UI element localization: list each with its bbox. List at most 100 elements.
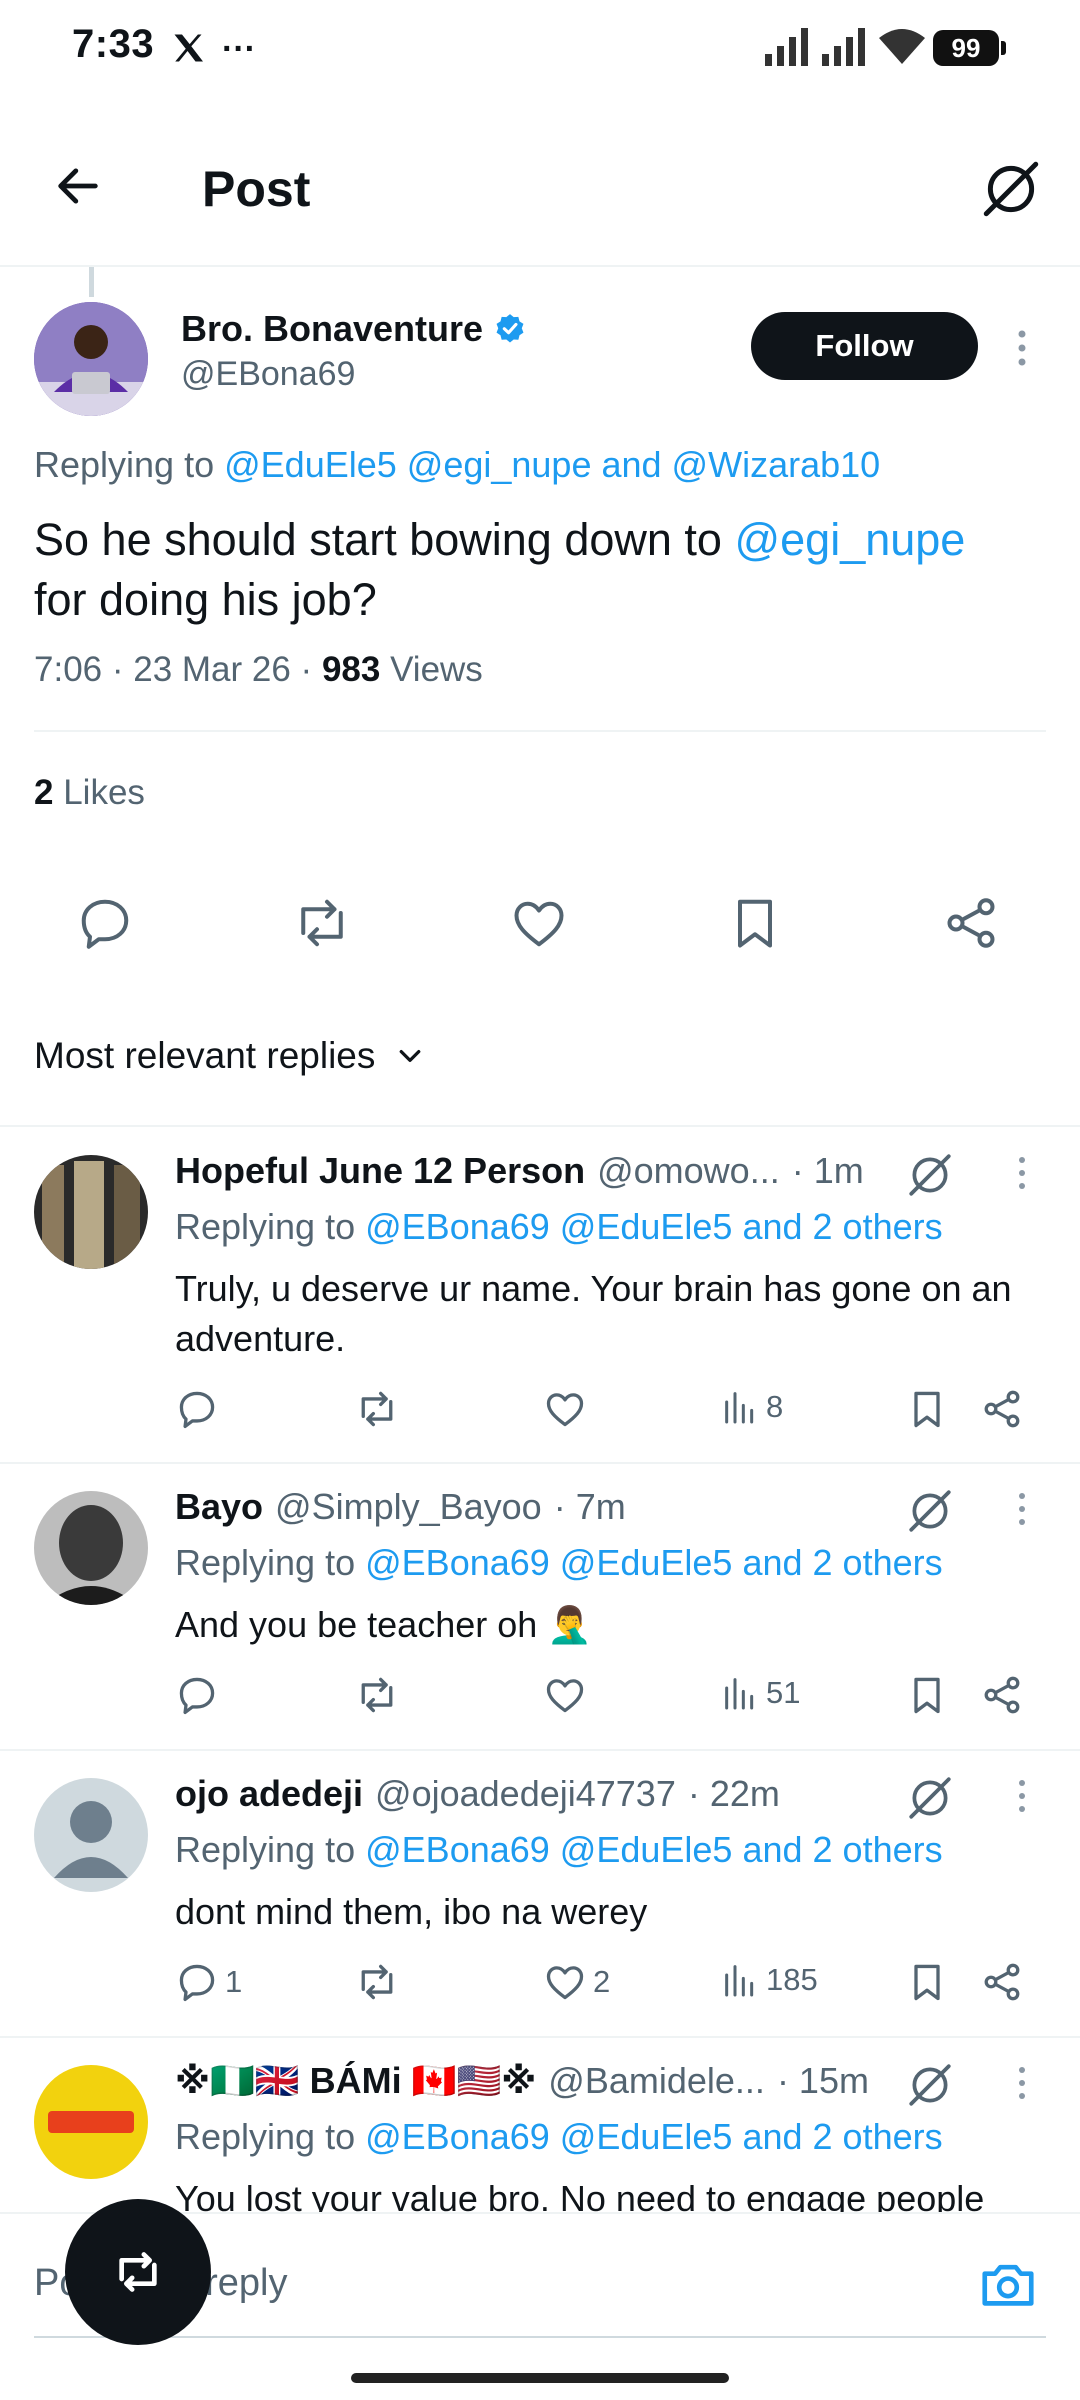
repost-fab-button[interactable] (65, 2199, 211, 2345)
reply-author-name[interactable]: ojo adedeji (175, 1773, 363, 1815)
grok-icon[interactable] (905, 1773, 955, 1823)
replying-to-mentions[interactable]: @EBona69 @EduEle5 and 2 others (365, 2116, 942, 2157)
repost-icon[interactable] (355, 1673, 399, 1717)
replying-to-prefix: Replying to (175, 2116, 356, 2157)
more-options-icon[interactable] (1012, 1490, 1032, 1530)
replying-to-mentions[interactable]: @EBona69 @EduEle5 and 2 others (365, 1829, 942, 1870)
repost-action[interactable] (355, 1673, 399, 1717)
repost-icon[interactable] (292, 893, 352, 953)
reply-author-handle[interactable]: @Bamidele... (548, 2060, 765, 2102)
views-count: 51 (766, 1675, 801, 1710)
reply-replying-to: Replying to @EBona69 @EduEle5 and 2 othe… (175, 2116, 943, 2158)
like-icon[interactable] (543, 1960, 587, 2004)
like-action[interactable] (543, 1673, 593, 1717)
author-name[interactable]: Bro. Bonaventure (181, 308, 527, 350)
share-icon[interactable] (941, 893, 1001, 953)
bookmark-icon[interactable] (905, 1387, 949, 1431)
reply-author-handle[interactable]: @ojoadedeji47737 (375, 1773, 676, 1815)
like-count: 2 (593, 1964, 611, 1999)
views-action[interactable]: 185 (720, 1960, 818, 2000)
reply-item[interactable]: Hopeful June 12 Person @omowo... · 1m Re… (0, 1150, 1080, 1460)
like-icon[interactable] (509, 893, 569, 953)
reply-author-name[interactable]: Hopeful June 12 Person (175, 1150, 585, 1192)
sort-replies-label[interactable]: Most relevant replies (34, 1035, 375, 1077)
repost-action[interactable] (355, 1387, 399, 1431)
likes-label[interactable]: Likes (63, 773, 145, 812)
views-icon[interactable] (720, 1960, 760, 2000)
likes-summary[interactable]: 2 Likes (34, 773, 145, 813)
repost-icon[interactable] (355, 1387, 399, 1431)
repost-action[interactable] (355, 1960, 399, 2004)
share-icon[interactable] (980, 1960, 1024, 2004)
status-time: 7:33 (72, 22, 155, 66)
share-icon[interactable] (980, 1673, 1024, 1717)
reply-item[interactable]: ojo adedeji @ojoadedeji47737 · 22m Reply… (0, 1773, 1080, 2033)
reply-action[interactable]: 1 (175, 1960, 242, 2004)
like-action[interactable] (543, 1387, 593, 1431)
reply-action[interactable] (175, 1673, 225, 1717)
bookmark-icon[interactable] (905, 1960, 949, 2004)
reply-avatar[interactable] (34, 1155, 148, 1269)
reply-divider (0, 1749, 1080, 1751)
reply-text: Truly, u deserve ur name. Your brain has… (175, 1268, 1012, 1359)
bookmark-icon[interactable] (725, 893, 785, 953)
repost-icon[interactable] (355, 1960, 399, 2004)
tweet-text-mention[interactable]: @egi_nupe (734, 514, 965, 565)
more-options-icon[interactable] (1012, 1154, 1032, 1194)
like-action[interactable]: 2 (543, 1960, 610, 2004)
views-action[interactable]: 51 (720, 1673, 800, 1713)
follow-button[interactable]: Follow (751, 312, 978, 380)
home-indicator[interactable] (351, 2373, 729, 2383)
replying-to-mentions[interactable]: @EBona69 @EduEle5 and 2 others (365, 1206, 942, 1247)
reply-avatar[interactable] (34, 1491, 148, 1605)
replying-to-prefix: Replying to (34, 444, 215, 485)
reply-item[interactable]: Bayo @Simply_Bayoo · 7m Replying to @EBo… (0, 1486, 1080, 1746)
more-options-icon[interactable] (1012, 1777, 1032, 1817)
reply-avatar[interactable] (34, 1778, 148, 1892)
reply-author-name[interactable]: ※🇳🇬🇬🇧 BÁMi 🇨🇦🇺🇸※ (175, 2060, 536, 2102)
replying-to-prefix: Replying to (175, 1206, 356, 1247)
grok-icon[interactable] (978, 156, 1044, 222)
reply-icon[interactable] (175, 1387, 219, 1431)
tweet-text-part2: for doing his job? (34, 574, 377, 625)
signal-icon (763, 26, 811, 66)
replying-to-mentions[interactable]: @EduEle5 @egi_nupe and @Wizarab10 (224, 444, 880, 485)
author-handle[interactable]: @EBona69 (181, 355, 355, 394)
reply-avatar[interactable] (34, 2065, 148, 2179)
grok-icon[interactable] (905, 1150, 955, 1200)
page-title: Post (202, 161, 311, 217)
sort-replies-dropdown[interactable]: Most relevant replies (34, 1035, 425, 1077)
views-count[interactable]: 983 (322, 650, 380, 689)
more-options-icon[interactable] (1010, 326, 1034, 370)
reply-icon[interactable] (175, 1960, 219, 2004)
reply-author-handle[interactable]: @Simply_Bayoo (275, 1486, 542, 1528)
camera-icon[interactable] (977, 2253, 1039, 2315)
like-icon[interactable] (543, 1387, 587, 1431)
more-options-icon[interactable] (1012, 2064, 1032, 2104)
reply-icon[interactable] (175, 1673, 219, 1717)
grok-icon[interactable] (905, 1486, 955, 1536)
views-icon[interactable] (720, 1673, 760, 1713)
replies-divider (0, 1125, 1080, 1127)
signal-icon-2 (820, 26, 868, 66)
reply-action[interactable] (175, 1387, 225, 1431)
reply-icon[interactable] (75, 893, 135, 953)
author-name-text[interactable]: Bro. Bonaventure (181, 308, 483, 350)
views-action[interactable]: 8 (720, 1387, 783, 1427)
reply-author-handle[interactable]: @omowo... (597, 1150, 780, 1192)
like-icon[interactable] (543, 1673, 587, 1717)
replying-to-mentions[interactable]: @EBona69 @EduEle5 and 2 others (365, 1542, 942, 1583)
views-label: Views (390, 650, 483, 689)
reply-item[interactable]: ※🇳🇬🇬🇧 BÁMi 🇨🇦🇺🇸※ @Bamidele... · 15m Repl… (0, 2060, 1080, 2212)
grok-icon[interactable] (905, 2060, 955, 2110)
reply-author-name[interactable]: Bayo (175, 1486, 263, 1528)
likes-count[interactable]: 2 (34, 773, 53, 812)
thread-connector (89, 267, 94, 297)
reply-replying-to: Replying to @EBona69 @EduEle5 and 2 othe… (175, 1542, 943, 1584)
author-avatar[interactable] (34, 302, 148, 416)
share-icon[interactable] (980, 1387, 1024, 1431)
bookmark-icon[interactable] (905, 1673, 949, 1717)
back-arrow-icon[interactable] (52, 160, 104, 212)
views-icon[interactable] (720, 1387, 760, 1427)
reply-actions: 51 (175, 1673, 1025, 1723)
